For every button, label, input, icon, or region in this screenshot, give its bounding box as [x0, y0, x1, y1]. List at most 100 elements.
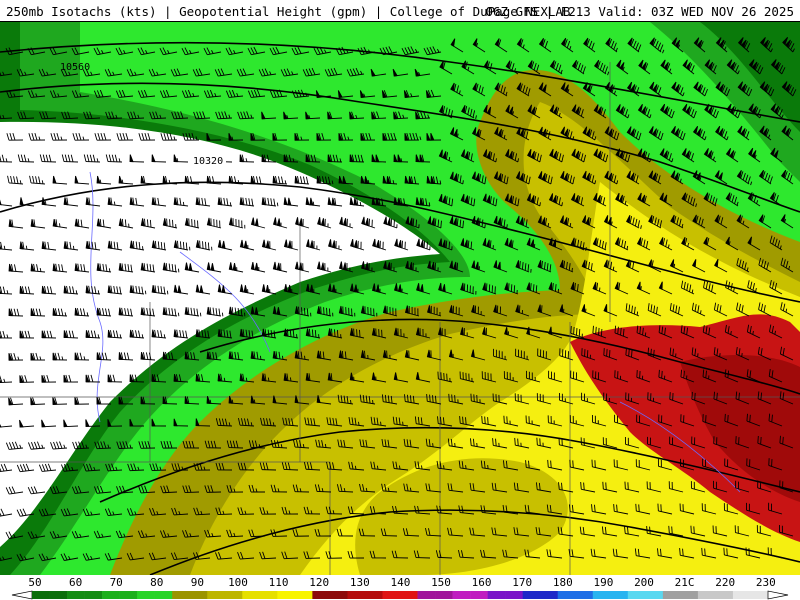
colorbar-tick-label: 70 — [109, 576, 123, 589]
wind-barb-half-feather — [245, 377, 248, 382]
contour-label-10320: 10320 — [193, 156, 223, 167]
wind-barb-feather — [426, 394, 428, 402]
wind-barb-feather — [649, 526, 651, 534]
wind-barb-feather — [616, 504, 618, 512]
colorbar-right-arrow — [767, 590, 789, 600]
wind-barb-feather — [470, 241, 473, 249]
wind-barb-half-feather — [267, 377, 270, 382]
wind-barb-feather — [306, 308, 309, 316]
wind-barb-feather — [727, 414, 729, 423]
wind-barb-feather — [484, 416, 486, 424]
wind-barb-feather — [301, 307, 303, 315]
colorbar-swatch — [364, 591, 383, 599]
wind-barb-feather — [185, 242, 188, 250]
wind-barb-feather — [481, 415, 483, 424]
wind-barb-feather — [595, 326, 597, 335]
wind-barb-feather — [207, 242, 210, 250]
wind-barb-feather — [535, 285, 538, 293]
wind-barb-half-feather — [640, 286, 642, 290]
colorbar-tick-label: 170 — [512, 576, 533, 589]
colorbar-swatch — [102, 591, 120, 599]
wind-barb-feather — [680, 369, 683, 378]
colorbar-swatch — [67, 591, 85, 599]
colorbar-swatch — [435, 591, 453, 599]
wind-barb-half-feather — [380, 421, 382, 426]
wind-barb-feather — [600, 328, 603, 337]
wind-barb-feather — [682, 548, 684, 556]
wind-barb-feather — [202, 241, 204, 249]
wind-barb-half-feather — [312, 201, 315, 206]
wind-barb-half-feather — [177, 312, 180, 317]
colorbar-swatch — [417, 591, 436, 599]
wind-barb-feather — [638, 504, 640, 512]
wind-barb-feather — [530, 283, 532, 291]
wind-barb-feather — [459, 416, 461, 424]
wind-barb-feather — [510, 284, 513, 292]
wind-barb-feather — [517, 438, 519, 446]
wind-barb-feather — [331, 328, 333, 337]
wind-barb-feather — [683, 370, 685, 379]
wind-barb-feather — [334, 329, 336, 337]
wind-barb-feather — [658, 369, 660, 378]
wind-barb-half-feather — [72, 245, 75, 250]
wind-barb-feather — [547, 459, 549, 468]
wind-barb-half-feather — [44, 201, 47, 205]
wind-barb-feather — [628, 348, 630, 357]
colorbar-swatch — [347, 591, 366, 599]
wind-barb-staff — [283, 468, 299, 471]
colorbar-swatch — [732, 591, 751, 599]
colorbar-tick-label: 21C — [674, 576, 695, 589]
wind-barb-half-feather — [144, 290, 147, 295]
wind-barb-feather — [694, 392, 696, 401]
wind-barb-feather — [451, 394, 453, 402]
colorbar-swatch — [557, 591, 576, 599]
wind-barb-half-feather — [741, 353, 743, 357]
wind-barb-half-feather — [539, 202, 541, 206]
colorbar-swatch — [242, 591, 261, 599]
wind-barb-half-feather — [462, 180, 464, 184]
wind-barb-feather — [448, 393, 450, 402]
wind-barb-feather — [631, 349, 633, 358]
wind-barb-feather — [716, 392, 718, 401]
wind-barb-feather — [303, 307, 306, 316]
colorbar-tick-label: 160 — [471, 576, 492, 589]
weather-map[interactable]: 10560 10320 — [0, 22, 800, 575]
wind-barb-feather — [746, 413, 748, 422]
colorbar-tick-label: 190 — [593, 576, 614, 589]
wind-barb-half-feather — [398, 465, 401, 470]
colorbar-swatch — [400, 591, 418, 599]
colorbar-swatch — [627, 591, 646, 599]
wind-barb-feather — [598, 327, 600, 336]
wind-barb-feather — [177, 240, 179, 249]
wind-barb-feather — [467, 240, 470, 248]
colorbar-tick-label: 140 — [390, 576, 411, 589]
wind-barb-feather — [691, 391, 693, 400]
colorbar-swatch — [592, 591, 611, 599]
wind-barb-feather — [465, 417, 467, 425]
colorbar-swatch — [575, 591, 594, 599]
wind-barb-staff — [316, 491, 332, 493]
colorbar-swatch — [662, 591, 681, 599]
wind-barb-half-feather — [358, 421, 360, 426]
wind-barb-feather — [550, 460, 552, 468]
colorbar-swatch — [312, 591, 331, 599]
colorbar-swatch — [715, 591, 734, 599]
wind-barb-feather — [625, 347, 627, 356]
wind-barb-feather — [671, 526, 673, 534]
wind-barb-half-feather — [97, 290, 100, 294]
colorbar-swatch — [137, 591, 155, 599]
wind-barb-half-feather — [585, 247, 587, 251]
wind-barb-feather — [415, 219, 418, 227]
wind-barb-feather — [513, 285, 516, 293]
colorbar-swatch — [750, 591, 769, 599]
wind-barb-feather — [508, 283, 510, 291]
colorbar-swatch — [277, 591, 296, 599]
wind-barb-staff — [437, 556, 453, 559]
wind-barb-half-feather — [350, 400, 352, 404]
colorbar-swatch — [189, 591, 208, 599]
wind-barb-feather — [487, 417, 489, 425]
wind-barb-half-feather — [289, 377, 292, 382]
colorbar-swatch — [645, 591, 664, 599]
wind-barb-feather — [701, 547, 703, 556]
wind-barb-half-feather — [752, 330, 754, 335]
